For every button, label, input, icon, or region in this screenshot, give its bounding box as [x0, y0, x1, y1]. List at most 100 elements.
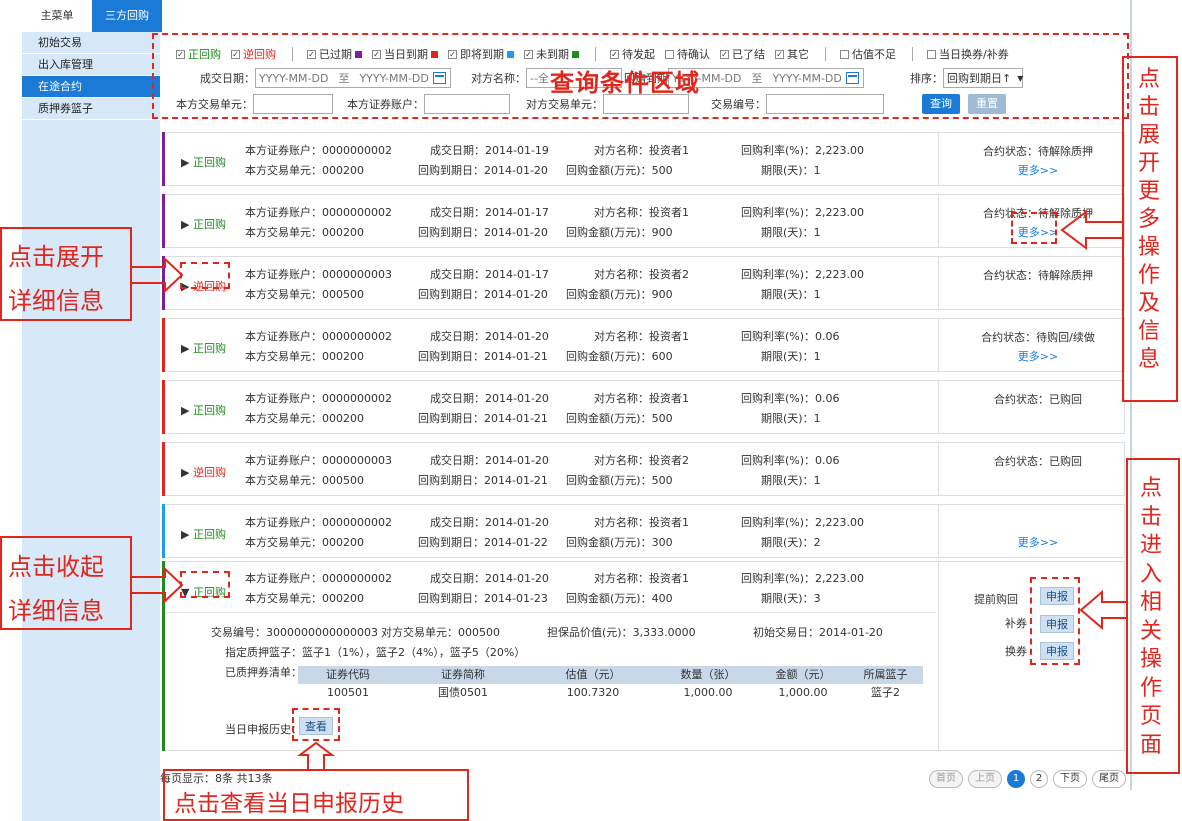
- table-cell: 国债0501: [438, 686, 488, 699]
- expand-toggle[interactable]: ▶ 正回购: [181, 340, 226, 356]
- status-color-bar: [162, 318, 165, 372]
- own-account: 本方证券账户：0000000003: [245, 268, 392, 281]
- caret-right-icon: ▶: [181, 466, 190, 479]
- contract-row: ▶ 逆回购 本方证券账户：0000000003 本方交易单元：000500 成交日期：…: [162, 442, 1125, 496]
- counterparty-unit: 对方交易单元：000500: [381, 626, 500, 639]
- status-color-bar: [162, 442, 165, 496]
- designated-baskets: 指定质押篮子：篮子1（1%），篮子2（4%），篮子5（20%）: [225, 646, 526, 659]
- table-cell: 100501: [327, 686, 369, 699]
- arrow-to-collapse: [132, 566, 184, 604]
- early-buyback-label: 提前购回: [974, 593, 1018, 606]
- first-page-button[interactable]: 首页: [929, 770, 963, 788]
- status-divider: [938, 504, 939, 558]
- trade-date: 成交日期：2014-01-20: [430, 330, 549, 343]
- status-divider: [938, 132, 939, 186]
- sidebar-item-initial-trade[interactable]: 初始交易: [22, 32, 160, 54]
- trade-date: 成交日期：2014-01-17: [430, 206, 549, 219]
- table-row: 100501 国债0501 100.7320 1,000.00 1,000.00 篮子2: [298, 684, 923, 702]
- last-page-button[interactable]: 尾页: [1092, 770, 1126, 788]
- caret-right-icon: ▶: [181, 342, 190, 355]
- submit-buttons-highlight: [1030, 577, 1080, 665]
- repo-rate: 回购利率(%)：2,223.00: [741, 268, 865, 281]
- page-2-button[interactable]: 2: [1030, 770, 1048, 788]
- divider: [165, 612, 936, 613]
- more-link[interactable]: 更多>>: [953, 348, 1123, 364]
- contract-status: 合约状态：待购回/续做: [981, 331, 1095, 344]
- term-days: 期限(天)：1: [761, 164, 821, 177]
- trade-number: 交易编号：3000000000000003: [211, 626, 378, 639]
- due-date: 回购到期日：2014-01-21: [418, 350, 548, 363]
- status-color-bar: [162, 194, 165, 248]
- own-account: 本方证券账户：0000000003: [245, 454, 392, 467]
- term-days: 期限(天)：1: [761, 288, 821, 301]
- own-account: 本方证券账户：0000000002: [245, 392, 392, 405]
- status-divider: [938, 318, 939, 372]
- counterparty-name: 对方名称：投资者2: [594, 454, 689, 467]
- term-days: 期限(天)：2: [761, 536, 821, 549]
- term-days: 期限(天)：1: [761, 412, 821, 425]
- view-button-highlight: [292, 708, 340, 741]
- own-unit: 本方交易单元：000200: [245, 592, 364, 605]
- top-tabs: 主菜单 三方回购: [22, 0, 162, 32]
- swap-collateral-label: 换券: [1005, 645, 1027, 658]
- history-label: 当日申报历史：: [225, 723, 302, 736]
- term-days: 期限(天)：1: [761, 474, 821, 487]
- sidebar-item-active-contracts[interactable]: 在途合约: [22, 76, 160, 98]
- view-history-annotation: 点击查看当日申报历史: [174, 791, 404, 817]
- contract-row: ▶ 正回购 本方证券账户：0000000002 本方交易单元：000200 成交日期：…: [162, 380, 1125, 434]
- trade-date: 成交日期：2014-01-19: [430, 144, 549, 157]
- contract-row: ▶ 正回购 本方证券账户：0000000002 本方交易单元：000200 成交日期：…: [162, 132, 1125, 186]
- table-cell: 100.7320: [566, 686, 620, 699]
- repo-type-label: 逆回购: [192, 466, 226, 479]
- expand-toggle[interactable]: ▶ 正回购: [181, 154, 226, 170]
- pledged-list-label: 已质押券清单：: [225, 666, 302, 679]
- own-account: 本方证券账户：0000000002: [245, 330, 392, 343]
- prev-page-button[interactable]: 上页: [968, 770, 1002, 788]
- due-date: 回购到期日：2014-01-22: [418, 536, 548, 549]
- more-link[interactable]: 更多>>: [953, 534, 1123, 550]
- trade-date: 成交日期：2014-01-20: [430, 454, 549, 467]
- sidebar-item-warehouse[interactable]: 出入库管理: [22, 54, 160, 76]
- more-link-highlight: [1011, 212, 1057, 244]
- next-page-button[interactable]: 下页: [1053, 770, 1087, 788]
- repo-rate: 回购利率(%)：2,223.00: [741, 206, 865, 219]
- own-unit: 本方交易单元：000200: [245, 164, 364, 177]
- counterparty-name: 对方名称：投资者1: [594, 144, 689, 157]
- term-days: 期限(天)：1: [761, 226, 821, 239]
- contract-status: 合约状态：已购回: [994, 393, 1082, 406]
- counterparty-name: 对方名称：投资者1: [594, 330, 689, 343]
- expand-toggle[interactable]: ▶ 正回购: [181, 526, 226, 542]
- own-account: 本方证券账户：0000000002: [245, 516, 392, 529]
- own-account: 本方证券账户：0000000002: [245, 144, 392, 157]
- sidebar-item-collateral-basket[interactable]: 质押券篮子: [22, 98, 160, 120]
- expand-toggle[interactable]: ▶ 逆回购: [181, 464, 226, 480]
- repo-amount: 回购金额(万元)：400: [566, 592, 673, 605]
- repo-amount: 回购金额(万元)：500: [566, 474, 673, 487]
- repo-amount: 回购金额(万元)：300: [566, 536, 673, 549]
- tab-tripartite-repo[interactable]: 三方回购: [92, 0, 162, 32]
- status-divider: [938, 380, 939, 434]
- page-1-button[interactable]: 1: [1007, 770, 1025, 788]
- expand-toggle[interactable]: ▶ 正回购: [181, 216, 226, 232]
- expand-toggle[interactable]: ▶ 正回购: [181, 402, 226, 418]
- status-color-bar: [162, 504, 165, 558]
- tab-main-menu[interactable]: 主菜单: [22, 0, 92, 32]
- due-date: 回购到期日：2014-01-20: [418, 226, 548, 239]
- repo-amount: 回购金额(万元)：500: [566, 164, 673, 177]
- table-cell: 1,000.00: [778, 686, 828, 699]
- contract-row: ▶ 正回购 本方证券账户：0000000002 本方交易单元：000200 成交日期：…: [162, 504, 1125, 558]
- initial-trade-date: 初始交易日：2014-01-20: [753, 626, 883, 639]
- trade-date: 成交日期：2014-01-20: [430, 516, 549, 529]
- collapse-annotation-line1: 点击收起: [8, 553, 104, 581]
- contract-row: ▶ 正回购 本方证券账户：0000000002 本方交易单元：000200 成交日期：…: [162, 318, 1125, 372]
- repo-type-label: 正回购: [192, 218, 226, 231]
- status-divider: [938, 256, 939, 310]
- counterparty-name: 对方名称：投资者2: [594, 268, 689, 281]
- counterparty-name: 对方名称：投资者1: [594, 516, 689, 529]
- arrow-to-submit: [1079, 589, 1126, 631]
- repo-type-label: 正回购: [192, 156, 226, 169]
- more-link[interactable]: 更多>>: [953, 162, 1123, 178]
- more-ops-annotation: 点击展开更多操作及信息: [1138, 67, 1161, 372]
- table-cell: 篮子2: [871, 686, 900, 699]
- collateral-value: 担保品价值(元)：3,333.0000: [547, 626, 696, 639]
